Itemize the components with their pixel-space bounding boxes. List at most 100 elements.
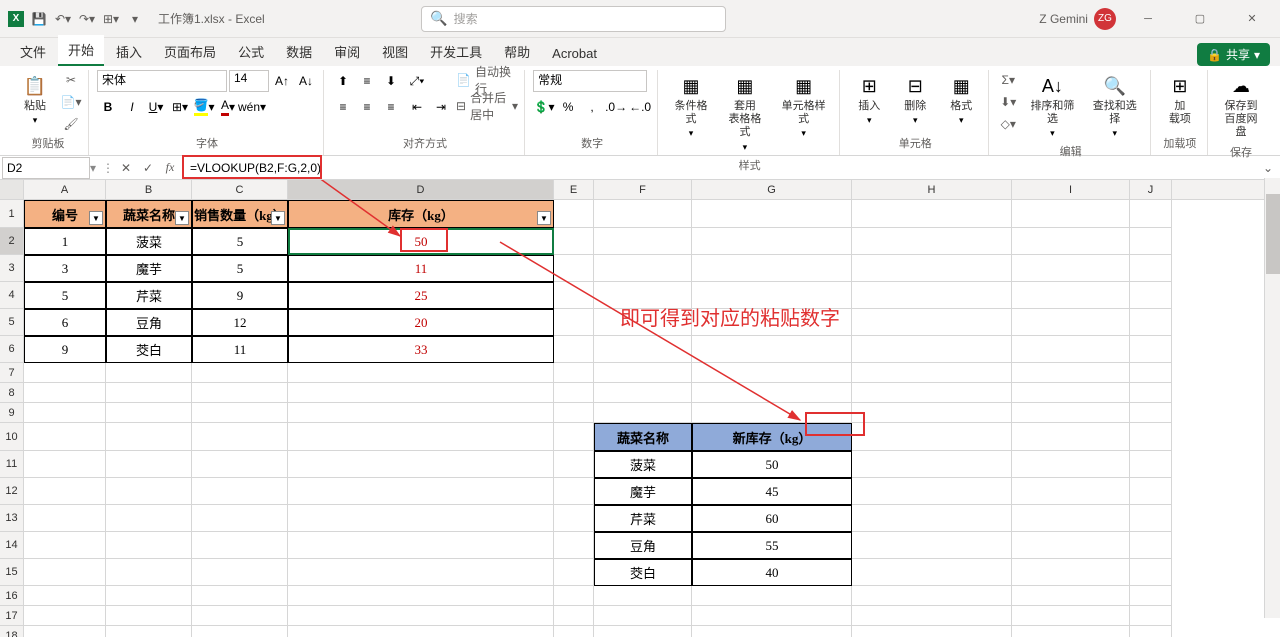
cell-E17[interactable] bbox=[554, 606, 594, 626]
cell-E7[interactable] bbox=[554, 363, 594, 383]
paste-button[interactable]: 📋 粘贴 ▾ bbox=[14, 70, 56, 130]
format-painter-icon[interactable]: 🖌 bbox=[60, 114, 82, 134]
sort-filter-button[interactable]: A↓排序和筛选▾ bbox=[1023, 70, 1081, 143]
cell-A2[interactable]: 1 bbox=[24, 228, 106, 255]
formula-bar[interactable]: =VLOOKUP(B2,F:G,2,0) bbox=[186, 157, 1256, 179]
cell-A1[interactable]: 编号▼ bbox=[24, 200, 106, 228]
cell-A6[interactable]: 9 bbox=[24, 336, 106, 363]
cell-F9[interactable] bbox=[594, 403, 692, 423]
minimize-button[interactable]: ─ bbox=[1128, 4, 1168, 34]
cell-H4[interactable] bbox=[852, 282, 1012, 309]
format-cells-button[interactable]: ▦格式▾ bbox=[940, 70, 982, 130]
cell-C2[interactable]: 5 bbox=[192, 228, 288, 255]
italic-button[interactable]: I bbox=[121, 96, 143, 118]
cell-A3[interactable]: 3 bbox=[24, 255, 106, 282]
align-center-icon[interactable]: ≡ bbox=[356, 96, 378, 118]
cell-J16[interactable] bbox=[1130, 586, 1172, 606]
cell-I3[interactable] bbox=[1012, 255, 1130, 282]
cell-A9[interactable] bbox=[24, 403, 106, 423]
autosum-icon[interactable]: Σ▾ bbox=[997, 70, 1019, 90]
row-header-1[interactable]: 1 bbox=[0, 200, 24, 228]
filter-icon[interactable]: ▼ bbox=[271, 211, 285, 225]
cell-F18[interactable] bbox=[594, 626, 692, 637]
cell-B18[interactable] bbox=[106, 626, 192, 637]
cell-H8[interactable] bbox=[852, 383, 1012, 403]
cell-C8[interactable] bbox=[192, 383, 288, 403]
row-header-4[interactable]: 4 bbox=[0, 282, 24, 309]
cell-J8[interactable] bbox=[1130, 383, 1172, 403]
cell-G6[interactable] bbox=[692, 336, 852, 363]
cell-D12[interactable] bbox=[288, 478, 554, 505]
cell-I12[interactable] bbox=[1012, 478, 1130, 505]
cell-H1[interactable] bbox=[852, 200, 1012, 228]
cell-E6[interactable] bbox=[554, 336, 594, 363]
row-header-12[interactable]: 12 bbox=[0, 478, 24, 505]
cell-E13[interactable] bbox=[554, 505, 594, 532]
cell-I2[interactable] bbox=[1012, 228, 1130, 255]
column-header-B[interactable]: B bbox=[106, 180, 192, 199]
save-baidu-button[interactable]: ☁保存到 百度网盘 bbox=[1216, 70, 1266, 144]
column-header-G[interactable]: G bbox=[692, 180, 852, 199]
row-header-2[interactable]: 2 bbox=[0, 228, 24, 255]
cell-F10[interactable]: 蔬菜名称 bbox=[594, 423, 692, 451]
cell-C14[interactable] bbox=[192, 532, 288, 559]
cell-H2[interactable] bbox=[852, 228, 1012, 255]
clear-icon[interactable]: ◇▾ bbox=[997, 114, 1019, 134]
bold-button[interactable]: B bbox=[97, 96, 119, 118]
decrease-decimal-icon[interactable]: ←.0 bbox=[629, 96, 651, 118]
cell-I15[interactable] bbox=[1012, 559, 1130, 586]
row-header-8[interactable]: 8 bbox=[0, 383, 24, 403]
cell-I16[interactable] bbox=[1012, 586, 1130, 606]
cell-F6[interactable] bbox=[594, 336, 692, 363]
maximize-button[interactable]: ▢ bbox=[1180, 4, 1220, 34]
cell-B5[interactable]: 豆角 bbox=[106, 309, 192, 336]
delete-cells-button[interactable]: ⊟删除▾ bbox=[894, 70, 936, 130]
cell-G18[interactable] bbox=[692, 626, 852, 637]
cell-C18[interactable] bbox=[192, 626, 288, 637]
share-button[interactable]: 🔒 共享 ▾ bbox=[1197, 43, 1270, 66]
cell-I13[interactable] bbox=[1012, 505, 1130, 532]
cell-A18[interactable] bbox=[24, 626, 106, 637]
tab-dev[interactable]: 开发工具 bbox=[420, 37, 492, 66]
font-color-button[interactable]: A▾ bbox=[217, 96, 239, 118]
cell-I4[interactable] bbox=[1012, 282, 1130, 309]
underline-button[interactable]: U▾ bbox=[145, 96, 167, 118]
tab-layout[interactable]: 页面布局 bbox=[154, 37, 226, 66]
cell-E9[interactable] bbox=[554, 403, 594, 423]
phonetic-button[interactable]: wén▾ bbox=[241, 96, 263, 118]
cell-B11[interactable] bbox=[106, 451, 192, 478]
cell-A7[interactable] bbox=[24, 363, 106, 383]
column-header-A[interactable]: A bbox=[24, 180, 106, 199]
row-header-15[interactable]: 15 bbox=[0, 559, 24, 586]
cell-A13[interactable] bbox=[24, 505, 106, 532]
cell-J13[interactable] bbox=[1130, 505, 1172, 532]
cell-H14[interactable] bbox=[852, 532, 1012, 559]
cell-J12[interactable] bbox=[1130, 478, 1172, 505]
cell-B15[interactable] bbox=[106, 559, 192, 586]
cell-G15[interactable]: 40 bbox=[692, 559, 852, 586]
cell-A8[interactable] bbox=[24, 383, 106, 403]
cell-C15[interactable] bbox=[192, 559, 288, 586]
save-icon[interactable]: 💾 bbox=[30, 10, 48, 28]
increase-decimal-icon[interactable]: .0→ bbox=[605, 96, 627, 118]
cell-F12[interactable]: 魔芋 bbox=[594, 478, 692, 505]
cell-J2[interactable] bbox=[1130, 228, 1172, 255]
cell-D2[interactable]: 50 bbox=[288, 228, 554, 255]
cell-C10[interactable] bbox=[192, 423, 288, 451]
cell-D10[interactable] bbox=[288, 423, 554, 451]
cell-H3[interactable] bbox=[852, 255, 1012, 282]
cell-E15[interactable] bbox=[554, 559, 594, 586]
cell-D11[interactable] bbox=[288, 451, 554, 478]
align-middle-icon[interactable]: ≡ bbox=[356, 70, 378, 92]
cell-A10[interactable] bbox=[24, 423, 106, 451]
row-header-3[interactable]: 3 bbox=[0, 255, 24, 282]
confirm-formula-icon[interactable]: ✓ bbox=[138, 158, 158, 178]
cell-B16[interactable] bbox=[106, 586, 192, 606]
cell-A16[interactable] bbox=[24, 586, 106, 606]
orientation-icon[interactable]: ⤢▾ bbox=[406, 70, 428, 92]
cell-B10[interactable] bbox=[106, 423, 192, 451]
table-format-button[interactable]: ▦套用 表格格式▾ bbox=[720, 70, 770, 157]
cell-D8[interactable] bbox=[288, 383, 554, 403]
row-header-17[interactable]: 17 bbox=[0, 606, 24, 626]
row-header-6[interactable]: 6 bbox=[0, 336, 24, 363]
